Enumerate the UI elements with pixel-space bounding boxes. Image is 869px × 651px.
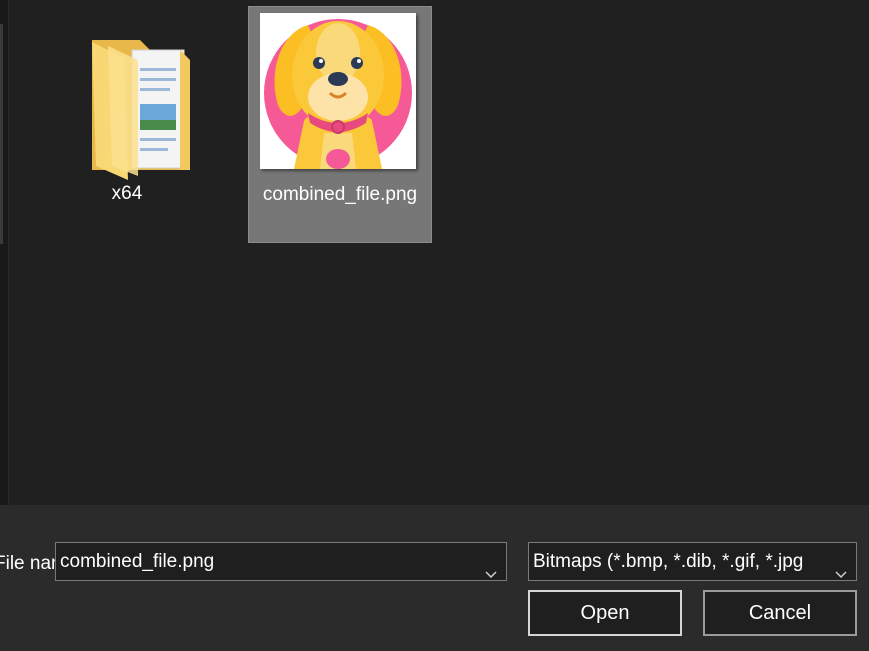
file-list-pane[interactable]: x64 combined_file.png [0, 0, 869, 505]
cancel-button[interactable]: Cancel [703, 590, 857, 636]
file-name-input-value[interactable]: combined_file.png [60, 543, 476, 580]
file-name-label: combined_file.png [262, 184, 418, 205]
navigation-pane-edge [0, 0, 9, 505]
file-item-folder-x64[interactable]: x64 [42, 6, 212, 242]
file-name-label: x64 [111, 183, 143, 204]
file-type-select[interactable]: Bitmaps (*.bmp, *.dib, *.gif, *.jpg [528, 542, 857, 581]
file-name-input[interactable]: combined_file.png [55, 542, 507, 581]
file-type-select-value: Bitmaps (*.bmp, *.dib, *.gif, *.jpg [533, 551, 804, 572]
folder-icon [62, 20, 192, 180]
open-button[interactable]: Open [528, 590, 682, 636]
chevron-down-icon[interactable] [484, 556, 498, 579]
file-item-combined-file-png[interactable]: combined_file.png [248, 6, 432, 243]
dog-thumbnail [260, 13, 416, 169]
chevron-down-icon[interactable] [834, 556, 848, 579]
dialog-footer: File name: combined_file.png Bitmaps (*.… [0, 505, 869, 651]
navigation-scrollbar[interactable] [0, 24, 3, 244]
